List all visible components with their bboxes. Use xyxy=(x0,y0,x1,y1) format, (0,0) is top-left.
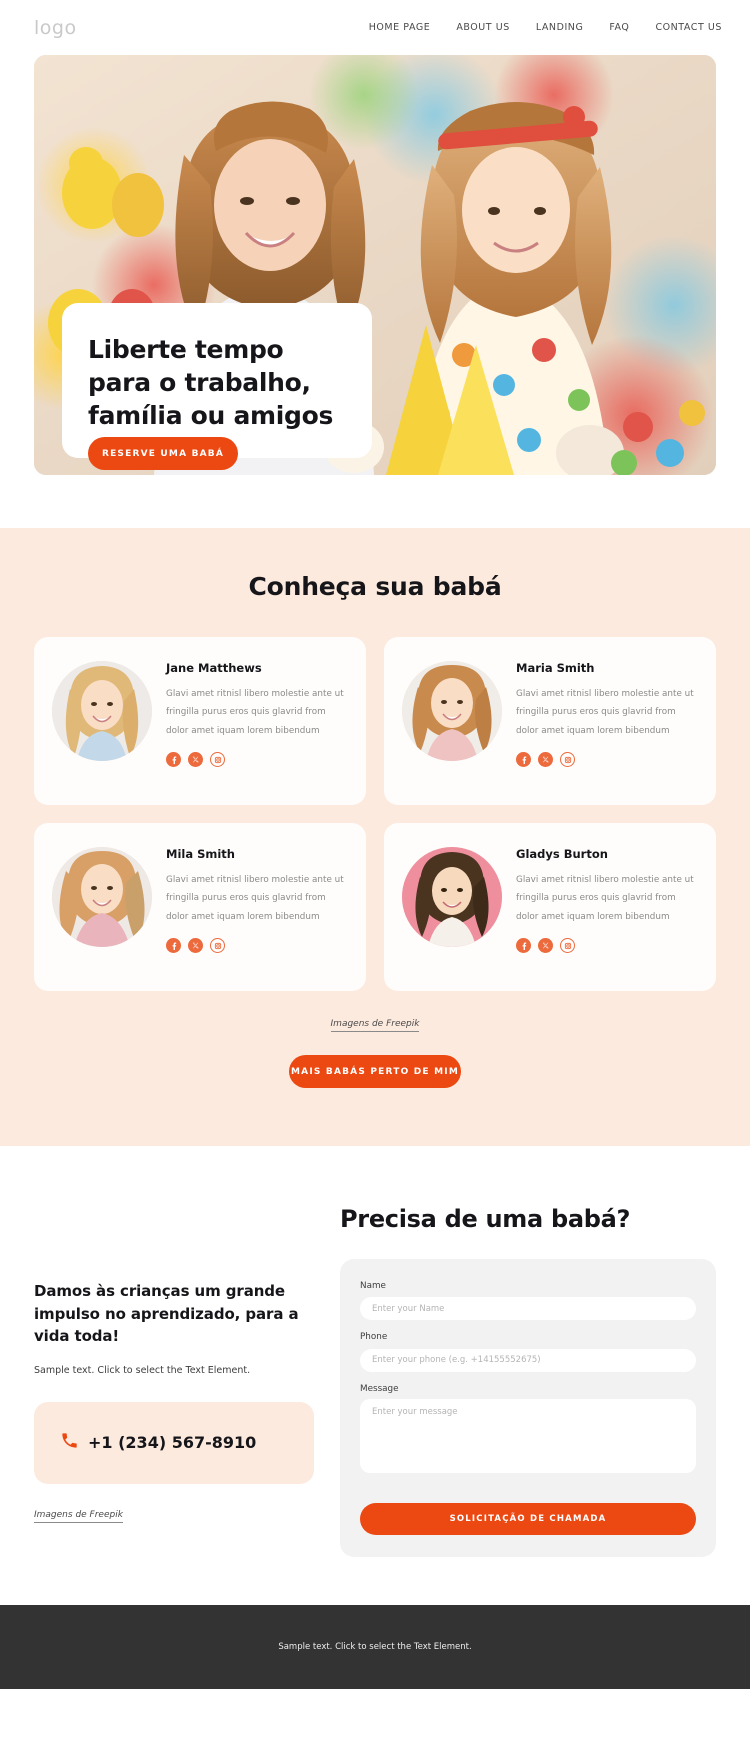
x-twitter-icon[interactable] xyxy=(538,752,553,768)
message-field-group: Message xyxy=(360,1384,696,1477)
form-heading: Precisa de uma babá? xyxy=(340,1205,631,1233)
facebook-icon[interactable] xyxy=(516,938,531,954)
phone-field-group: Phone xyxy=(360,1332,696,1372)
site-header: logo HOME PAGE ABOUT US LANDING FAQ CONT… xyxy=(0,0,750,55)
member-body: Gladys Burton Glavi amet ritnisl libero … xyxy=(516,843,698,971)
footer-text: Sample text. Click to select the Text El… xyxy=(278,1641,472,1652)
name-input[interactable] xyxy=(360,1297,696,1321)
nav-item-faq[interactable]: FAQ xyxy=(609,22,629,33)
instagram-icon[interactable] xyxy=(560,938,575,954)
member-name: Maria Smith xyxy=(516,661,595,675)
instagram-icon[interactable] xyxy=(560,752,575,768)
phone-number: +1 (234) 567-8910 xyxy=(88,1433,257,1453)
avatar xyxy=(52,847,152,947)
instagram-icon[interactable] xyxy=(210,752,225,768)
team-image-credit-text[interactable]: Imagens de Freepik xyxy=(330,1019,420,1032)
phone-box[interactable]: +1 (234) 567-8910 xyxy=(34,1401,314,1484)
hero-headline-card: Liberte tempo para o trabalho, família o… xyxy=(62,303,372,458)
team-grid: Jane Matthews Glavi amet ritnisl libero … xyxy=(34,637,716,991)
member-socials xyxy=(516,752,698,768)
contact-image-credit-text[interactable]: Imagens de Freepik xyxy=(34,1509,123,1523)
instagram-icon[interactable] xyxy=(210,938,225,954)
name-label: Name xyxy=(360,1280,386,1291)
landing-page: logo HOME PAGE ABOUT US LANDING FAQ CONT… xyxy=(0,0,750,1689)
x-twitter-icon[interactable] xyxy=(538,938,553,954)
member-socials xyxy=(516,938,698,954)
nav-item-contact-us[interactable]: CONTACT US xyxy=(655,22,722,33)
member-bio: Glavi amet ritnisl libero molestie ante … xyxy=(516,689,694,736)
member-socials xyxy=(166,752,348,768)
team-member-card[interactable]: Mila Smith Glavi amet ritnisl libero mol… xyxy=(34,823,366,991)
site-footer: Sample text. Click to select the Text El… xyxy=(0,1604,750,1689)
message-textarea[interactable] xyxy=(360,1398,696,1473)
contact-heading: Damos às crianças um grande impulso no a… xyxy=(34,1282,299,1345)
phone-input[interactable] xyxy=(360,1348,696,1372)
message-label: Message xyxy=(360,1383,399,1394)
member-name: Mila Smith xyxy=(166,847,235,861)
submit-call-request-button[interactable]: SOLICITAÇÃO DE CHAMADA xyxy=(360,1502,696,1535)
team-member-card[interactable]: Gladys Burton Glavi amet ritnisl libero … xyxy=(384,823,716,991)
x-twitter-icon[interactable] xyxy=(188,938,203,954)
member-name: Jane Matthews xyxy=(166,661,262,675)
nav-item-home-page[interactable]: HOME PAGE xyxy=(369,22,431,33)
site-logo[interactable]: logo xyxy=(34,17,77,39)
team-image-credit: Imagens de Freepik xyxy=(34,1019,716,1032)
avatar xyxy=(402,661,502,761)
phone-icon xyxy=(60,1431,79,1454)
nav-item-landing[interactable]: LANDING xyxy=(536,22,584,33)
contact-left-column: Damos às crianças um grande impulso no a… xyxy=(34,1204,314,1557)
team-section: Conheça sua babá Jane Matthews Glavi ame… xyxy=(0,528,750,1146)
member-body: Maria Smith Glavi amet ritnisl libero mo… xyxy=(516,657,698,785)
contact-form: Name Phone Message SOLICITAÇÃO DE CHAMAD… xyxy=(340,1258,716,1557)
contact-section: Damos às crianças um grande impulso no a… xyxy=(0,1146,750,1605)
member-bio: Glavi amet ritnisl libero molestie ante … xyxy=(516,875,694,922)
x-twitter-icon[interactable] xyxy=(188,752,203,768)
reserve-babysitter-button[interactable]: RESERVE UMA BABÁ xyxy=(88,437,238,470)
avatar xyxy=(402,847,502,947)
hero-title: Liberte tempo para o trabalho, família o… xyxy=(88,335,334,430)
member-body: Mila Smith Glavi amet ritnisl libero mol… xyxy=(166,843,348,971)
team-section-title: Conheça sua babá xyxy=(248,572,502,601)
facebook-icon[interactable] xyxy=(516,752,531,768)
facebook-icon[interactable] xyxy=(166,938,181,954)
contact-subtext: Sample text. Click to select the Text El… xyxy=(34,1364,251,1376)
team-cta-wrapper: MAIS BABÁS PERTO DE MIM xyxy=(34,1055,716,1088)
main-navigation: HOME PAGE ABOUT US LANDING FAQ CONTACT U… xyxy=(369,22,722,33)
more-babysitters-button[interactable]: MAIS BABÁS PERTO DE MIM xyxy=(289,1055,461,1088)
member-socials xyxy=(166,938,348,954)
name-field-group: Name xyxy=(360,1281,696,1321)
member-bio: Glavi amet ritnisl libero molestie ante … xyxy=(166,875,344,922)
phone-label: Phone xyxy=(360,1332,388,1343)
contact-right-column: Precisa de uma babá? Name Phone Message … xyxy=(340,1204,716,1557)
team-member-card[interactable]: Jane Matthews Glavi amet ritnisl libero … xyxy=(34,637,366,805)
facebook-icon[interactable] xyxy=(166,752,181,768)
member-name: Gladys Burton xyxy=(516,847,608,861)
team-member-card[interactable]: Maria Smith Glavi amet ritnisl libero mo… xyxy=(384,637,716,805)
nav-item-about-us[interactable]: ABOUT US xyxy=(456,22,510,33)
member-bio: Glavi amet ritnisl libero molestie ante … xyxy=(166,689,344,736)
member-body: Jane Matthews Glavi amet ritnisl libero … xyxy=(166,657,348,785)
avatar xyxy=(52,661,152,761)
hero-section: Liberte tempo para o trabalho, família o… xyxy=(34,55,716,475)
contact-image-credit: Imagens de Freepik xyxy=(34,1509,314,1523)
